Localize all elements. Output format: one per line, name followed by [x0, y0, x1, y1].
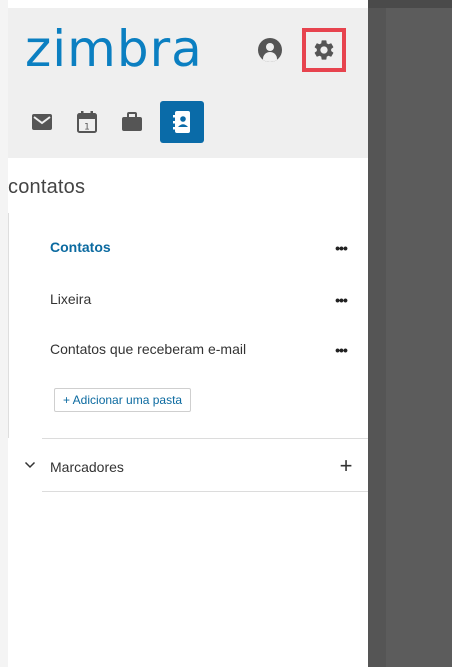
- calendar-day: 1: [84, 123, 90, 133]
- user-circle-icon[interactable]: [258, 38, 282, 62]
- briefcase-icon: [122, 112, 142, 131]
- more-options-icon[interactable]: •••: [332, 288, 350, 312]
- mail-icon: [32, 114, 52, 130]
- tab-contacts[interactable]: [160, 101, 204, 143]
- folder-item-lixeira[interactable]: Lixeira •••: [50, 288, 350, 312]
- page-edge: [0, 0, 8, 667]
- more-options-icon[interactable]: •••: [332, 338, 350, 362]
- more-options-icon[interactable]: •••: [332, 236, 350, 260]
- chevron-down-icon[interactable]: [24, 459, 36, 471]
- tab-briefcase[interactable]: [110, 101, 154, 143]
- zimbra-logo: zimbra: [25, 20, 203, 78]
- tags-section-header[interactable]: Marcadores +: [20, 455, 356, 479]
- sidebar-panel: zimbra 1 contatos Contatos ••• Lixeira •…: [8, 8, 368, 667]
- folder-label: Contatos: [50, 239, 111, 255]
- settings-button[interactable]: [302, 28, 346, 72]
- calendar-icon: 1: [77, 111, 97, 133]
- app-header: zimbra 1: [8, 8, 368, 158]
- section-title: contatos: [8, 176, 86, 198]
- tree-divider: [8, 213, 9, 438]
- tab-mail[interactable]: [20, 101, 64, 143]
- add-folder-button[interactable]: + Adicionar uma pasta: [54, 388, 192, 412]
- folder-item-contatos[interactable]: Contatos •••: [50, 236, 350, 260]
- gear-icon: [314, 40, 334, 60]
- tags-label: Marcadores: [50, 459, 124, 475]
- overlay-shadow: [368, 8, 386, 667]
- add-tag-icon[interactable]: +: [336, 455, 356, 479]
- folder-label: Contatos que receberam e-mail: [50, 341, 247, 357]
- address-book-icon: [173, 111, 190, 133]
- overlay-edge: [368, 0, 452, 8]
- folder-item-contatos-que-receberam-email[interactable]: Contatos que receberam e-mail •••: [50, 338, 350, 362]
- tab-calendar[interactable]: 1: [65, 101, 109, 143]
- folder-label: Lixeira: [50, 291, 92, 307]
- folder-tree: Contatos ••• Lixeira ••• Contatos que re…: [8, 213, 368, 667]
- divider-line: [42, 491, 368, 492]
- divider-line: [42, 438, 368, 439]
